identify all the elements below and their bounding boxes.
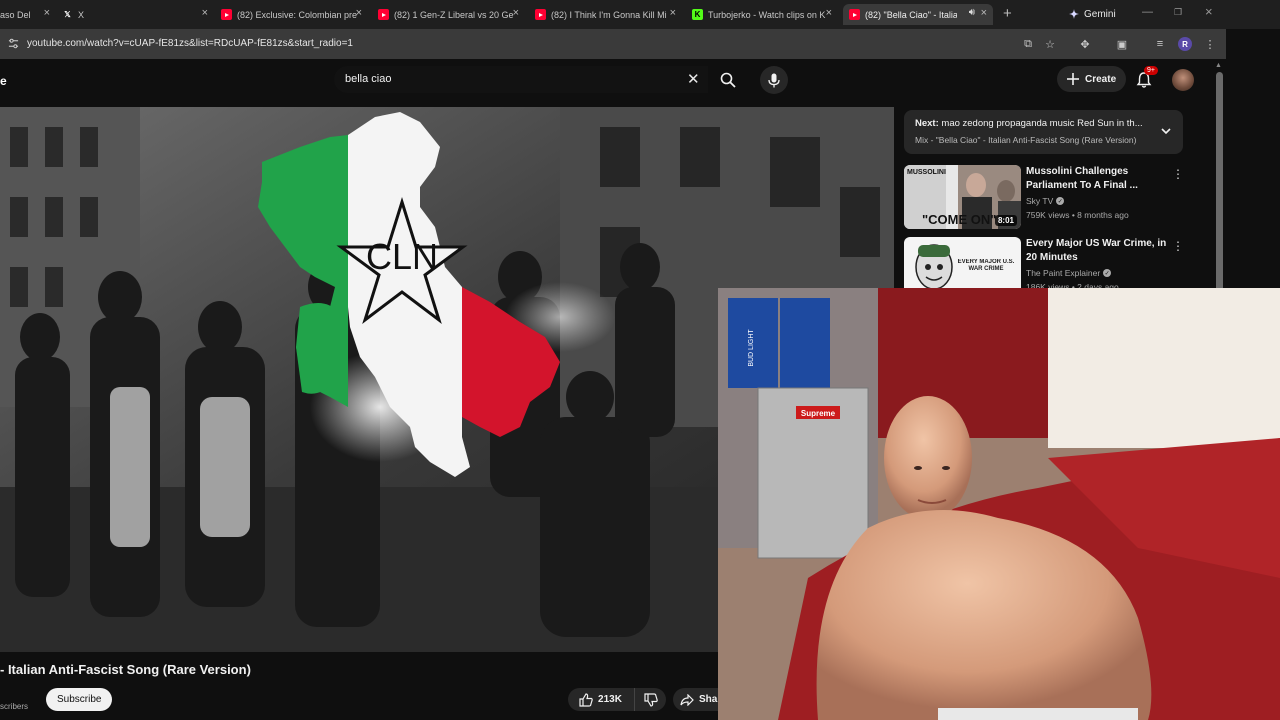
bookmark-star-icon[interactable]: ☆ [1043, 37, 1057, 51]
youtube-logo[interactable]: e [0, 74, 7, 88]
tab-label: (82) 1 Gen-Z Liberal vs 20 Ge [394, 9, 514, 20]
youtube-favicon-icon [849, 9, 860, 20]
browser-tab[interactable]: aso Del × [0, 4, 50, 25]
cln-overlay-text: CLN [366, 236, 438, 277]
share-arrow-icon [680, 693, 694, 706]
next-video-title: mao zedong propaganda music Red Sun in t… [941, 118, 1143, 129]
search-icon [720, 72, 736, 88]
window-close-icon[interactable]: × [1205, 4, 1213, 19]
browser-tab-active[interactable]: (82) "Bella Ciao" - Italian 🔊︎ × [843, 4, 993, 25]
notification-badge: 9+ [1144, 66, 1158, 75]
x-logo-icon: 𝕏 [64, 10, 71, 19]
url-field[interactable]: youtube.com/watch?v=cUAP-fE81zs&list=RDc… [27, 38, 353, 49]
clear-search-icon[interactable]: ✕ [687, 70, 700, 88]
dislike-button[interactable] [634, 688, 666, 711]
gemini-sparkle-icon [1069, 9, 1079, 19]
search-input[interactable]: bella ciao ✕ [334, 66, 708, 93]
tab-close-icon[interactable]: × [44, 7, 50, 19]
more-options-icon[interactable]: ⋮ [1172, 167, 1184, 181]
browser-tab-strip: aso Del × 𝕏 X × (82) Exclusive: Colombia… [0, 0, 1280, 29]
create-label: Create [1085, 73, 1117, 85]
search-button[interactable] [709, 66, 746, 93]
new-tab-button[interactable]: + [1003, 5, 1012, 22]
recommended-video-title[interactable]: Mussolini Challenges Parliament To A Fin… [1026, 165, 1176, 193]
chevron-down-icon[interactable] [1159, 124, 1173, 138]
recommended-video[interactable]: MUSSOLINI "COME ON" 8:01 Mussolini Chall… [904, 165, 1194, 229]
tab-label: (82) Exclusive: Colombian pre [237, 9, 358, 20]
plus-icon [1067, 73, 1079, 85]
create-button[interactable]: Create [1057, 66, 1127, 92]
microphone-icon [768, 73, 780, 87]
browser-profile-avatar[interactable]: R [1178, 37, 1192, 51]
tab-close-icon[interactable]: × [670, 7, 676, 19]
kick-favicon-icon: K [692, 9, 703, 20]
site-settings-icon[interactable] [8, 38, 19, 49]
browser-menu-icon[interactable]: ⋮ [1203, 37, 1217, 51]
box-label-text: BUD LIGHT [748, 329, 755, 367]
browser-tab[interactable]: (82) Exclusive: Colombian pre × [221, 4, 362, 25]
verified-badge-icon: ✓ [1103, 269, 1112, 277]
extensions-icon[interactable]: ✥ [1078, 37, 1092, 51]
recommended-video-title[interactable]: Every Major US War Crime, in 20 Minutes [1026, 237, 1176, 265]
youtube-favicon-icon [221, 9, 232, 20]
youtube-favicon-icon [378, 9, 389, 20]
channel-name[interactable]: Sky TV ✓ [1026, 196, 1065, 206]
search-query: bella ciao [345, 73, 392, 85]
next-up-title: Next: mao zedong propaganda music Red Su… [915, 118, 1143, 129]
mix-subtitle: Mix - "Bella Ciao" - Italian Anti-Fascis… [915, 135, 1137, 145]
tab-label: aso Del [0, 9, 31, 20]
channel-label: Sky TV [1026, 196, 1054, 206]
subscriber-count: scribers [0, 702, 29, 711]
thumbnail-top-text: MUSSOLINI [907, 169, 946, 176]
youtube-header: e bella ciao ✕ Create 9+ [0, 59, 1226, 107]
webcam-overlay: BUD LIGHT Supreme [718, 288, 1280, 720]
sidepanel-icon[interactable]: ▣ [1115, 37, 1129, 51]
channel-name[interactable]: The Paint Explainer ✓ [1026, 268, 1112, 278]
address-bar: youtube.com/watch?v=cUAP-fE81zs&list=RDc… [0, 29, 1226, 59]
like-button[interactable]: 213K [568, 688, 633, 711]
tab-label: Turbojerko - Watch clips on K [708, 9, 826, 20]
install-app-icon[interactable]: ⧉ [1021, 37, 1035, 51]
gemini-label: Gemini [1084, 8, 1116, 20]
minimize-icon[interactable]: — [1142, 6, 1153, 18]
more-options-icon[interactable]: ⋮ [1172, 239, 1184, 253]
thumbs-up-icon [579, 692, 593, 707]
thumbnail-caption: EVERY MAJOR U.S. WAR CRIME [957, 259, 1015, 272]
user-avatar[interactable] [1172, 69, 1194, 91]
gemini-button[interactable]: Gemini [1061, 5, 1124, 23]
youtube-favicon-icon [535, 9, 546, 20]
thumbs-down-icon [643, 692, 658, 707]
video-duration: 8:01 [994, 215, 1017, 226]
browser-tab[interactable]: K Turbojerko - Watch clips on K × [692, 4, 832, 25]
like-count: 213K [598, 694, 622, 705]
browser-tab[interactable]: (82) 1 Gen-Z Liberal vs 20 Ge × [378, 4, 519, 25]
speaker-icon[interactable]: 🔊︎ [969, 7, 975, 18]
scroll-up-arrow-icon[interactable]: ▲ [1215, 62, 1222, 69]
tab-close-icon[interactable]: × [981, 7, 987, 19]
video-title: - Italian Anti-Fascist Song (Rare Versio… [0, 662, 251, 677]
browser-tab[interactable]: 𝕏 X × [62, 4, 208, 25]
video-meta: 759K views • 8 months ago [1026, 210, 1129, 220]
restore-icon[interactable]: ❐ [1174, 7, 1182, 18]
video-thumbnail[interactable]: MUSSOLINI "COME ON" 8:01 [904, 165, 1021, 229]
subscribe-button[interactable]: Subscribe [46, 688, 113, 711]
media-controls-icon[interactable]: ≡ [1153, 37, 1167, 51]
sticker-text: Supreme [801, 409, 836, 418]
tab-close-icon[interactable]: × [513, 7, 519, 19]
like-dislike-group: 213K [568, 688, 666, 711]
next-prefix: Next: [915, 118, 939, 129]
tab-label: (82) I Think I'm Gonna Kill Mi [551, 9, 667, 20]
voice-search-button[interactable] [760, 66, 788, 94]
tab-close-icon[interactable]: × [202, 7, 208, 19]
thumbnail-caption: "COME ON" [922, 212, 996, 227]
tab-label: (82) "Bella Ciao" - Italian [865, 9, 957, 20]
channel-label: The Paint Explainer [1026, 268, 1101, 278]
tab-close-icon[interactable]: × [356, 7, 362, 19]
tab-close-icon[interactable]: × [826, 7, 832, 19]
next-up-panel[interactable]: Next: mao zedong propaganda music Red Su… [904, 110, 1183, 154]
tab-label: X [78, 9, 85, 20]
verified-badge-icon: ✓ [1056, 197, 1065, 205]
webcam-feed-image: BUD LIGHT Supreme [718, 288, 1280, 720]
browser-tab[interactable]: (82) I Think I'm Gonna Kill Mi × [535, 4, 676, 25]
